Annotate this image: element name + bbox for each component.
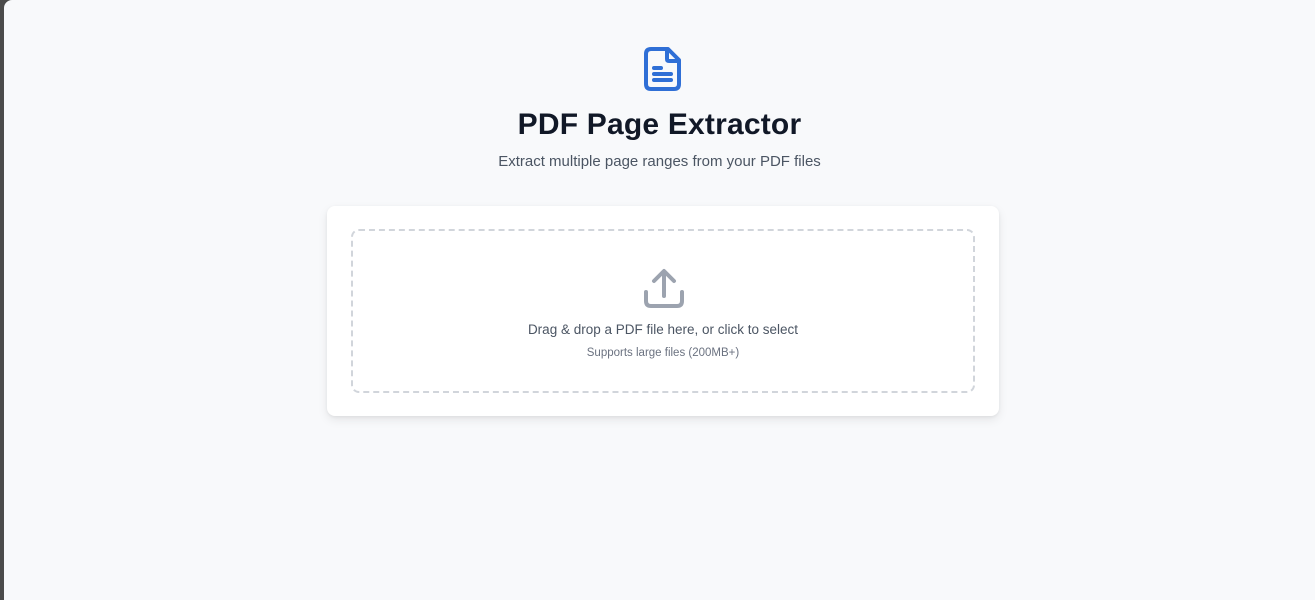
- dropzone-hint: Supports large files (200MB+): [586, 347, 740, 359]
- upload-icon: [644, 269, 684, 308]
- document-icon: [644, 47, 681, 91]
- dropzone-label: Drag & drop a PDF file here, or click to…: [527, 322, 799, 337]
- page-subtitle: Extract multiple page ranges from your P…: [498, 153, 821, 170]
- file-dropzone[interactable]: Drag & drop a PDF file here, or click to…: [351, 229, 975, 393]
- app-window: PDF Page Extractor Extract multiple page…: [4, 0, 1315, 600]
- page-title: PDF Page Extractor: [517, 108, 802, 141]
- upload-card: Drag & drop a PDF file here, or click to…: [327, 206, 999, 416]
